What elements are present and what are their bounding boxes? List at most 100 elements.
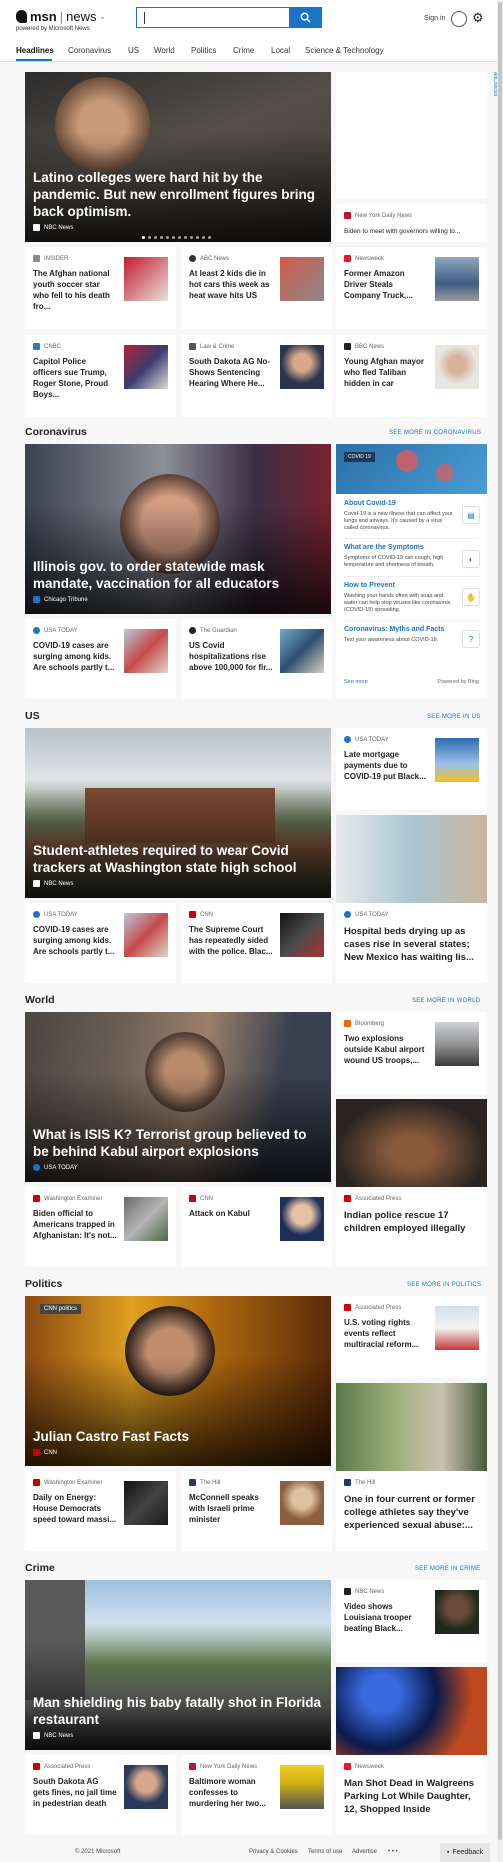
section-heading-us[interactable]: US xyxy=(25,710,40,722)
side-big-card-crime[interactable]: Newsweek Man Shot Dead in Walgreens Park… xyxy=(336,1667,487,1835)
see-more-coronavirus[interactable]: SEE MORE IN CORONAVIRUS xyxy=(389,430,481,436)
hero-title[interactable]: Man shielding his baby fatally shot in F… xyxy=(33,1694,323,1728)
side-big-card-politics[interactable]: The Hill One in four current or former c… xyxy=(336,1383,487,1551)
more-options-icon[interactable]: • • • xyxy=(388,1849,398,1855)
widget-item-title[interactable]: Coronavirus: Myths and Facts xyxy=(344,626,444,633)
news-card[interactable]: Associated Press South Dakota AG gets fi… xyxy=(25,1755,176,1835)
news-card[interactable]: INSIDER The Afghan national youth soccer… xyxy=(25,247,176,329)
card-title[interactable]: At least 2 kids die in hot cars this wee… xyxy=(189,268,273,301)
section-heading-world[interactable]: World xyxy=(25,994,55,1006)
hero-title[interactable]: Illinois gov. to order statewide mask ma… xyxy=(33,558,323,592)
section-heading-politics[interactable]: Politics xyxy=(25,1278,62,1290)
card-title[interactable]: Late mortgage payments due to COVID-19 p… xyxy=(344,749,428,782)
card-title[interactable]: Capitol Police officers sue Trump, Roger… xyxy=(33,356,117,400)
card-title[interactable]: COVID-19 cases are surging among kids. A… xyxy=(33,640,117,673)
avatar-icon[interactable] xyxy=(451,11,467,27)
news-card[interactable]: The Guardian US Covid hospitalizations r… xyxy=(181,619,332,699)
carousel-dots[interactable] xyxy=(142,236,211,239)
advertise-link[interactable]: Advertise xyxy=(352,1849,377,1855)
search-button[interactable] xyxy=(289,7,322,28)
hero-card-crime[interactable]: Man shielding his baby fatally shot in F… xyxy=(25,1580,331,1750)
news-card[interactable]: Law & Crime South Dakota AG No-Shows Sen… xyxy=(181,335,332,417)
news-card[interactable]: USA TODAY COVID-19 cases are surging amo… xyxy=(25,619,176,699)
card-title[interactable]: Indian police rescue 17 children employe… xyxy=(344,1209,480,1235)
hero-card-world[interactable]: What is ISIS K? Terrorist group believed… xyxy=(25,1012,331,1182)
card-title[interactable]: Two explosions outside Kabul airport wou… xyxy=(344,1033,428,1066)
search-input[interactable] xyxy=(136,7,322,28)
widget-item-title[interactable]: About Covid-19 xyxy=(344,500,396,507)
card-title[interactable]: One in four current or former college at… xyxy=(344,1493,480,1532)
news-card[interactable]: CNN Attack on Kabul xyxy=(181,1187,332,1267)
quiz-icon[interactable]: ? xyxy=(462,630,480,648)
hero-card-top[interactable]: Latino colleges were hard hit by the pan… xyxy=(25,72,331,242)
scrollbar[interactable] xyxy=(497,0,503,1862)
handwash-icon[interactable]: ✋ xyxy=(462,588,480,606)
card-title[interactable]: Video shows Louisiana trooper beating Bl… xyxy=(344,1601,428,1634)
symptoms-icon[interactable]: ◐ xyxy=(462,550,480,568)
card-title[interactable]: Biden to meet with governors willing to.… xyxy=(344,226,484,237)
card-title[interactable]: Baltimore woman confesses to murdering h… xyxy=(189,1776,273,1809)
see-more-crime[interactable]: SEE MORE IN CRIME xyxy=(415,1566,480,1572)
news-card[interactable]: The Hill McConnell speaks with Israeli p… xyxy=(181,1471,332,1551)
tab-science-technology[interactable]: Science & Technology xyxy=(305,46,384,55)
privacy-link[interactable]: Privacy & Cookies xyxy=(249,1849,298,1855)
card-title[interactable]: Biden official to Americans trapped in A… xyxy=(33,1208,117,1241)
news-card[interactable]: USA TODAY Late mortgage payments due to … xyxy=(336,728,487,810)
card-title[interactable]: McConnell speaks with Israeli prime mini… xyxy=(189,1492,273,1525)
card-title[interactable]: US Covid hospitalizations rise above 100… xyxy=(189,640,273,673)
news-card[interactable]: CNN The Supreme Court has repeatedly sid… xyxy=(181,903,332,983)
hero-title[interactable]: Latino colleges were hard hit by the pan… xyxy=(33,169,323,220)
news-card[interactable]: Newsweek Former Amazon Driver Steals Com… xyxy=(336,247,487,329)
side-big-card-us[interactable]: USA TODAY Hospital beds drying up as cas… xyxy=(336,815,487,983)
chevron-down-icon[interactable]: ⌄ xyxy=(99,13,105,21)
msn-logo[interactable]: msn | news ⌄ xyxy=(16,9,105,24)
tab-local[interactable]: Local xyxy=(271,46,290,55)
tab-coronavirus[interactable]: Coronavirus xyxy=(68,46,111,55)
card-title[interactable]: Former Amazon Driver Steals Company Truc… xyxy=(344,268,428,301)
widget-see-more[interactable]: See more xyxy=(344,679,368,685)
side-card-top[interactable]: New York Daily News Biden to meet with g… xyxy=(336,204,487,242)
see-more-politics[interactable]: SEE MORE IN POLITICS xyxy=(407,1282,481,1288)
card-title[interactable]: South Dakota AG gets fines, no jail time… xyxy=(33,1776,117,1809)
tab-crime[interactable]: Crime xyxy=(233,46,254,55)
news-card[interactable]: Associated Press U.S. voting rights even… xyxy=(336,1296,487,1378)
terms-link[interactable]: Terms of use xyxy=(308,1849,342,1855)
widget-item-title[interactable]: How to Prevent xyxy=(344,582,395,589)
tab-us[interactable]: US xyxy=(128,46,139,55)
news-card[interactable]: New York Daily News Baltimore woman conf… xyxy=(181,1755,332,1835)
news-card[interactable]: CNBC Capitol Police officers sue Trump, … xyxy=(25,335,176,417)
widget-item-title[interactable]: What are the Symptoms xyxy=(344,544,424,551)
see-more-world[interactable]: SEE MORE IN WORLD xyxy=(412,998,480,1004)
news-card[interactable]: NBC News Video shows Louisiana trooper b… xyxy=(336,1580,487,1662)
section-heading-coronavirus[interactable]: Coronavirus xyxy=(25,426,87,438)
card-title[interactable]: COVID-19 cases are surging among kids. A… xyxy=(33,924,117,957)
news-card[interactable]: Bloomberg Two explosions outside Kabul a… xyxy=(336,1012,487,1094)
section-heading-crime[interactable]: Crime xyxy=(25,1562,55,1574)
card-title[interactable]: Attack on Kabul xyxy=(189,1208,273,1219)
hero-card-us[interactable]: Student-athletes required to wear Covid … xyxy=(25,728,331,898)
hero-title[interactable]: What is ISIS K? Terrorist group believed… xyxy=(33,1126,323,1160)
card-title[interactable]: Young Afghan mayor who fled Taliban hidd… xyxy=(344,356,428,389)
card-title[interactable]: Hospital beds drying up as cases rise in… xyxy=(344,925,480,964)
news-card[interactable]: Washington Examiner Daily on Energy: Hou… xyxy=(25,1471,176,1551)
side-big-card-world[interactable]: Associated Press Indian police rescue 17… xyxy=(336,1099,487,1267)
tab-politics[interactable]: Politics xyxy=(191,46,216,55)
card-title[interactable]: Man Shot Dead in Walgreens Parking Lot W… xyxy=(344,1777,480,1816)
card-title[interactable]: Daily on Energy: House Democrats speed t… xyxy=(33,1492,117,1525)
see-more-us[interactable]: SEE MORE IN US xyxy=(427,714,481,720)
card-title[interactable]: South Dakota AG No-Shows Sentencing Hear… xyxy=(189,356,273,389)
news-card[interactable]: ABC News At least 2 kids die in hot cars… xyxy=(181,247,332,329)
card-title[interactable]: The Afghan national youth soccer star wh… xyxy=(33,268,117,312)
hero-title[interactable]: Student-athletes required to wear Covid … xyxy=(33,842,323,876)
scrollbar-thumb[interactable] xyxy=(498,2,502,1840)
sign-in-link[interactable]: Sign in xyxy=(424,15,445,22)
hero-card-politics[interactable]: CNN politics Julian Castro Fast Facts CN… xyxy=(25,1296,331,1466)
gear-icon[interactable]: ⚙ xyxy=(472,11,484,25)
card-title[interactable]: The Supreme Court has repeatedly sided w… xyxy=(189,924,273,957)
news-card[interactable]: Washington Examiner Biden official to Am… xyxy=(25,1187,176,1267)
news-card[interactable]: BBC News Young Afghan mayor who fled Tal… xyxy=(336,335,487,417)
tab-headlines[interactable]: Headlines xyxy=(16,46,54,55)
card-title[interactable]: U.S. voting rights events reflect multir… xyxy=(344,1317,428,1350)
news-card[interactable]: USA TODAY COVID-19 cases are surging amo… xyxy=(25,903,176,983)
hero-title[interactable]: Julian Castro Fast Facts xyxy=(33,1428,323,1445)
